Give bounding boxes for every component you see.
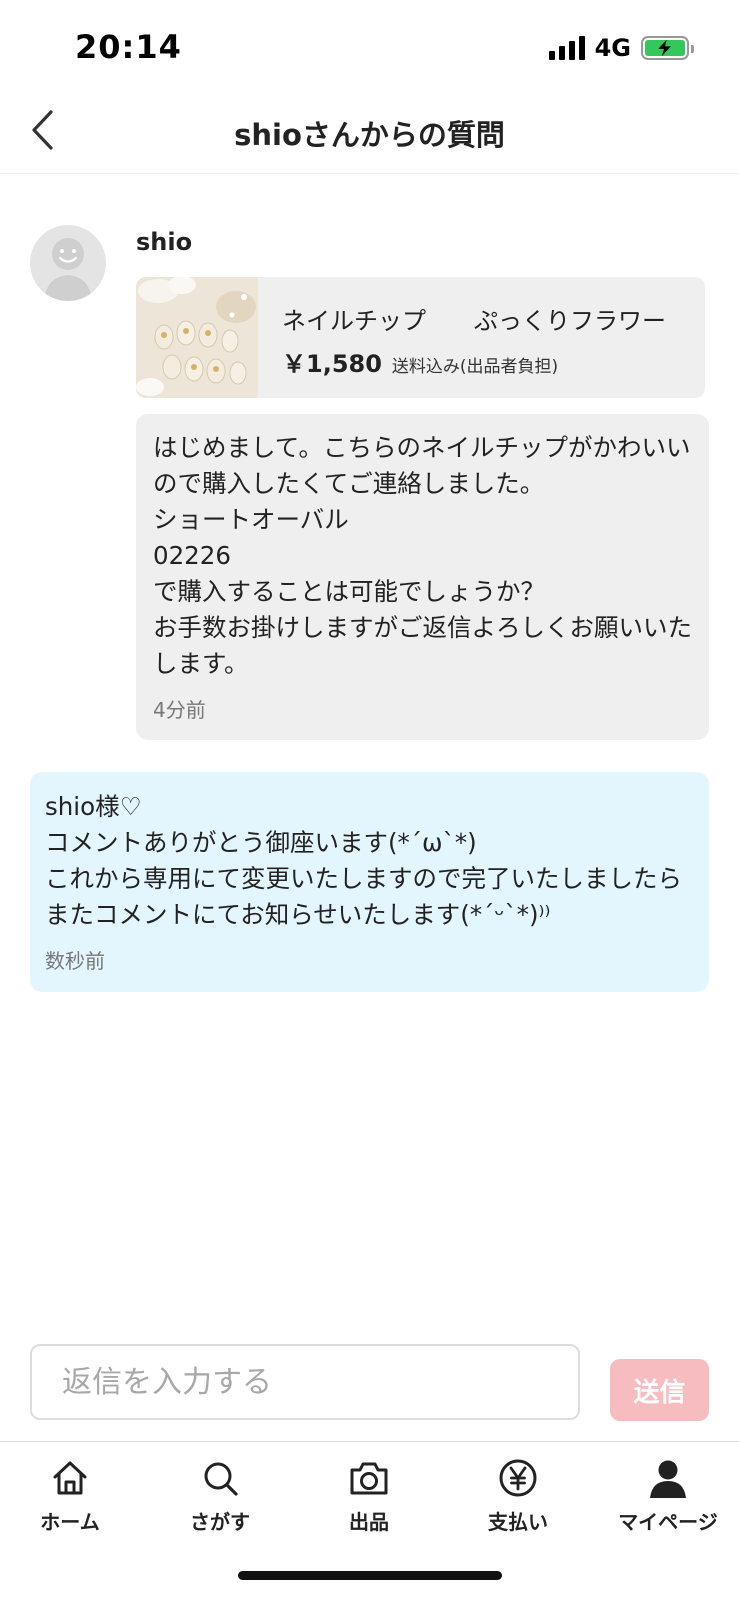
reply-message: shio様♡ コメントありがとう御座います(*´ω`*) これから専用にて変更い… [45,792,682,929]
status-bar: 20:14 4G [0,0,739,96]
battery-icon [641,36,694,60]
header: shioさんからの質問 [0,96,739,174]
camera-icon [347,1456,391,1500]
send-button[interactable]: 送信 [610,1359,709,1421]
tab-sell[interactable]: 出品 [304,1456,434,1536]
signal-icon [548,36,585,60]
product-price: ￥1,580 [282,350,382,378]
network-type: 4G [594,34,631,62]
status-indicators: 4G [548,34,694,62]
tab-sell-label: 出品 [349,1510,389,1534]
tab-home[interactable]: ホーム [5,1456,135,1536]
tab-mypage-label: マイページ [618,1510,718,1534]
page-title: shioさんからの質問 [234,118,505,152]
product-name: ネイルチップ ぷっくりフラワー [282,307,666,335]
question-bubble: はじめまして。こちらのネイルチップがかわいいので購入したくてご連絡しました。 シ… [136,414,709,740]
question-time: 4分前 [153,698,206,722]
tab-mypage[interactable]: マイページ [603,1456,733,1536]
person-icon [646,1456,690,1500]
product-info: ネイルチップ ぷっくりフラワー ￥1,580 送料込み(出品者負担) [258,277,705,398]
product-image [136,277,258,398]
avatar-person-icon [44,238,92,301]
tab-home-label: ホーム [40,1510,100,1534]
status-time: 20:14 [75,28,182,66]
product-card[interactable]: ネイルチップ ぷっくりフラワー ￥1,580 送料込み(出品者負担) [136,277,705,398]
charging-bolt-icon [658,39,671,57]
home-icon [48,1456,92,1500]
price-line: ￥1,580 送料込み(出品者負担) [282,344,705,379]
tab-payment[interactable]: 支払い [453,1456,583,1536]
asker-name: shio [136,228,193,256]
avatar[interactable] [30,225,106,301]
tab-search-label: さがす [190,1510,250,1534]
reply-bubble: shio様♡ コメントありがとう御座います(*´ω`*) これから専用にて変更い… [30,772,709,992]
home-indicator [238,1571,502,1580]
tab-search[interactable]: さがす [155,1456,285,1536]
reply-time: 数秒前 [45,949,105,973]
nail-tips-photo [136,277,258,398]
search-icon [198,1456,242,1500]
yen-icon [496,1456,540,1500]
tab-payment-label: 支払い [488,1510,548,1534]
product-shipping: 送料込み(出品者負担) [391,357,559,377]
reply-input[interactable] [30,1344,580,1420]
question-message: はじめまして。こちらのネイルチップがかわいいので購入したくてご連絡しました。 シ… [153,433,692,678]
